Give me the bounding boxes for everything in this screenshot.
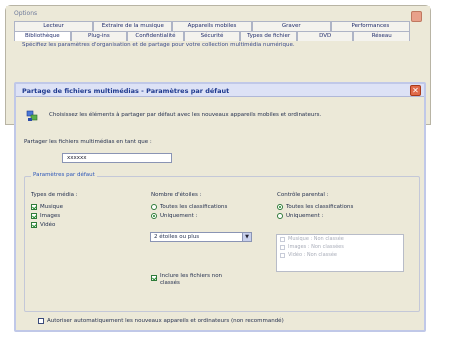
tab-confidentialite[interactable]: Confidentialité: [127, 31, 184, 41]
radio-parental-all[interactable]: Toutes les classifications: [277, 204, 353, 210]
checkbox-auto-allow[interactable]: Autoriser automatiquement les nouveaux a…: [38, 318, 284, 324]
radio-dot-icon: [151, 213, 157, 219]
checkbox-musique-label: Musique: [40, 204, 63, 210]
tab-appareils-mobiles[interactable]: Appareils mobiles: [172, 21, 252, 31]
close-icon[interactable]: [411, 11, 422, 22]
auto-allow-label: Autoriser automatiquement les nouveaux a…: [47, 318, 284, 324]
chevron-down-icon[interactable]: ▼: [242, 233, 251, 241]
library-description: Spécifiez les paramètres d'organisation …: [22, 42, 295, 48]
checkbox-video[interactable]: Vidéo: [31, 222, 55, 228]
checkbox-musique[interactable]: Musique: [31, 204, 63, 210]
tab-bibliotheque[interactable]: Bibliothèque: [14, 31, 71, 41]
list-item-label: Images : Non classées: [288, 244, 344, 250]
stars-dropdown[interactable]: 2 étoiles ou plus ▼: [150, 232, 252, 242]
radio-dot-icon: [151, 204, 157, 210]
media-sharing-dialog: Partage de fichiers multimédias - Paramè…: [14, 82, 426, 332]
radio-parental-all-label: Toutes les classifications: [286, 204, 354, 210]
tab-reseau[interactable]: Réseau: [353, 31, 411, 41]
checkbox-video-label: Vidéo: [40, 222, 56, 228]
tabs-row-bottom: Bibliothèque Plug-ins Confidentialité Sé…: [14, 31, 411, 41]
tab-graver[interactable]: Graver: [251, 21, 331, 31]
checkbox-disabled-icon: [280, 244, 285, 250]
dialog-close-button[interactable]: ✕: [410, 85, 421, 96]
radio-stars-only-label: Uniquement :: [160, 213, 198, 219]
checkbox-check-icon: [31, 204, 37, 210]
tab-lecteur[interactable]: Lecteur: [14, 21, 94, 31]
share-name-input[interactable]: xxxxxx: [62, 153, 172, 163]
tab-securite[interactable]: Sécurité: [183, 31, 241, 41]
dialog-title: Partage de fichiers multimédias - Paramè…: [16, 84, 424, 97]
radio-parental-only-label: Uniquement :: [286, 213, 324, 219]
checkbox-images-label: Images: [40, 213, 61, 219]
tab-plugins[interactable]: Plug-ins: [70, 31, 128, 41]
share-name-label: Partager les fichiers multimédias en tan…: [24, 139, 152, 145]
default-settings-legend: Paramètres par défaut: [31, 172, 97, 178]
media-types-heading: Types de média :: [31, 192, 78, 198]
tabs-row-top: Lecteur Extraire de la musique Appareils…: [14, 21, 411, 31]
list-item: Vidéo : Non classée: [277, 251, 403, 259]
sharing-devices-icon: [26, 110, 38, 121]
radio-dot-icon: [277, 213, 283, 219]
checkbox-include-unrated[interactable]: Inclure les fichiers non classés: [151, 273, 243, 287]
checkbox-empty-icon: [38, 318, 44, 324]
checkbox-check-icon: [151, 275, 157, 281]
radio-parental-only[interactable]: Uniquement :: [277, 213, 323, 219]
list-item: Images : Non classées: [277, 243, 403, 251]
screenshot-frame: Options Lecteur Extraire de la musique A…: [0, 0, 457, 341]
checkbox-disabled-icon: [280, 236, 285, 242]
list-item-label: Musique : Non classée: [288, 236, 344, 242]
list-item: Musique : Non classée: [277, 235, 403, 243]
stars-dropdown-value: 2 étoiles ou plus: [154, 234, 200, 240]
checkbox-check-icon: [31, 213, 37, 219]
radio-dot-icon: [277, 204, 283, 210]
dialog-instructions: Choisissez les éléments à partager par d…: [49, 112, 322, 118]
parental-heading: Contrôle parental :: [277, 192, 329, 198]
checkbox-check-icon: [31, 222, 37, 228]
radio-stars-all-label: Toutes les classifications: [160, 204, 228, 210]
include-unrated-label: Inclure les fichiers non classés: [160, 273, 223, 286]
list-item-label: Vidéo : Non classée: [288, 252, 337, 258]
parental-ratings-list[interactable]: Musique : Non classée Images : Non class…: [276, 234, 404, 272]
checkbox-images[interactable]: Images: [31, 213, 60, 219]
tab-extraire[interactable]: Extraire de la musique: [93, 21, 173, 31]
tab-performances[interactable]: Performances: [330, 21, 411, 31]
checkbox-disabled-icon: [280, 252, 285, 258]
radio-stars-all[interactable]: Toutes les classifications: [151, 204, 227, 210]
tab-types-fichier[interactable]: Types de fichier: [240, 31, 297, 41]
tab-dvd[interactable]: DVD: [296, 31, 354, 41]
stars-heading: Nombre d'étoiles :: [151, 192, 202, 198]
radio-stars-only[interactable]: Uniquement :: [151, 213, 197, 219]
